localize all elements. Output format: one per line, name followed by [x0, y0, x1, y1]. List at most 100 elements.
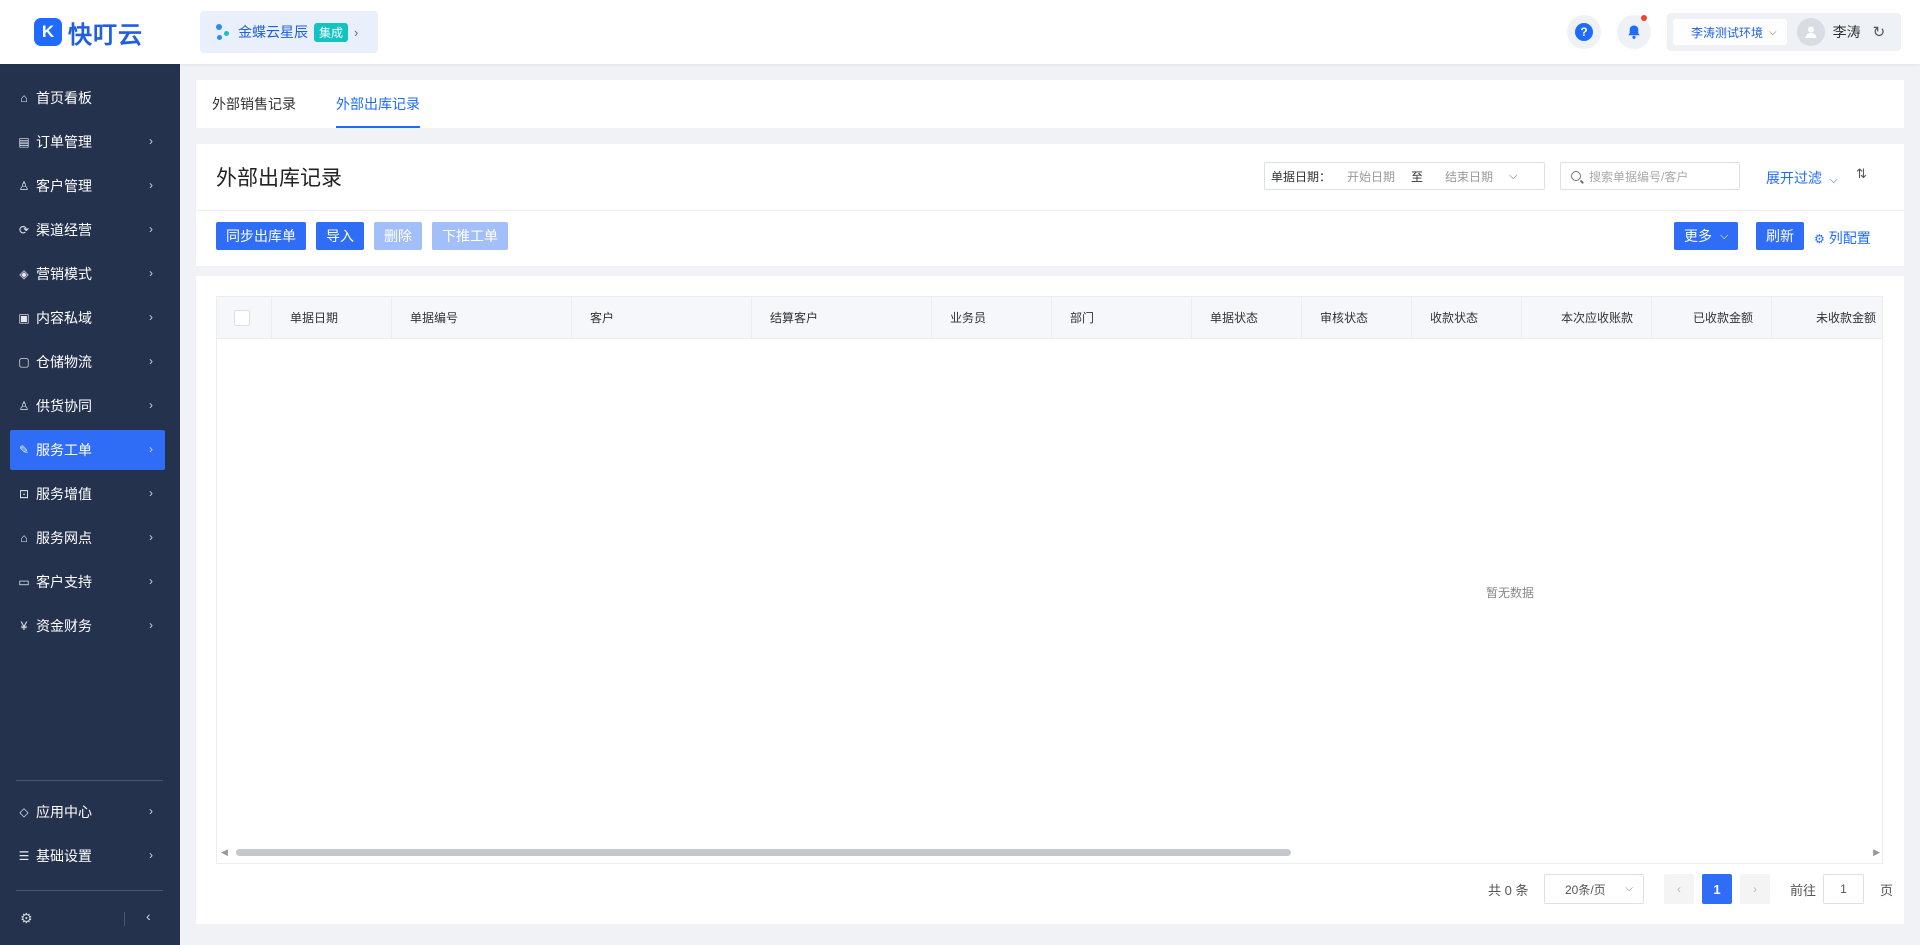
sidebar-item[interactable]: ⊡ 服务增值 › [10, 474, 165, 514]
current-page-button[interactable]: 1 [1702, 874, 1732, 904]
sidebar-item[interactable]: ▭ 客户支持 › [10, 562, 165, 602]
sort-icon[interactable]: ⇅ [1856, 166, 1867, 182]
sidebar-bottom-separator [124, 912, 125, 926]
sidebar-item[interactable]: ▤ 订单管理 › [10, 122, 165, 162]
column-header[interactable]: 审核状态 [1302, 297, 1412, 339]
sidebar-item[interactable]: ◈ 营销模式 › [10, 254, 165, 294]
page-title: 外部出库记录 [216, 167, 342, 190]
sidebar-item-label: 服务工单 [36, 442, 92, 458]
column-config-label: 列配置 [1828, 230, 1871, 246]
sidebar-item[interactable]: ♙ 供货协同 › [10, 386, 165, 426]
end-date-input[interactable]: 结束日期 [1429, 168, 1509, 185]
scrollbar-thumb[interactable] [236, 849, 1291, 856]
scroll-right-icon[interactable]: ▶ [1873, 847, 1880, 858]
sidebar-item[interactable]: ⌂ 首页看板 [10, 78, 165, 118]
page-size-select[interactable]: 20条/页 ⌵ [1544, 874, 1644, 904]
tag-icon: ◈ [19, 267, 29, 281]
column-header[interactable]: 客户 [572, 297, 752, 339]
search-icon [1571, 171, 1581, 181]
chevron-right-icon: › [354, 24, 359, 40]
sidebar-item[interactable]: ◇ 应用中心 › [10, 792, 165, 832]
refresh-button[interactable]: 刷新 [1756, 222, 1804, 250]
sidebar-item-label: 内容私域 [36, 310, 92, 326]
gear-icon: ⚙ [1814, 232, 1825, 246]
user-area: 李涛测试环境 ⌵ 李涛 ↻ [1667, 13, 1901, 51]
supply-icon: ♙ [18, 399, 30, 413]
more-button[interactable]: 更多 ⌵ [1674, 222, 1739, 250]
gear-icon[interactable]: ⚙ [20, 910, 33, 927]
column-header[interactable]: 部门 [1052, 297, 1192, 339]
page-suffix: 页 [1880, 883, 1894, 898]
sidebar-item[interactable]: ¥ 资金财务 › [10, 606, 165, 646]
column-header[interactable]: 单据编号 [392, 297, 572, 339]
column-config-button[interactable]: ⚙ 列配置 [1814, 228, 1871, 248]
chevron-right-icon: › [149, 574, 153, 588]
sidebar-item-label: 渠道经营 [36, 222, 92, 238]
chevron-right-icon: › [149, 266, 153, 280]
help-button[interactable]: ? [1567, 15, 1601, 49]
column-header[interactable]: 业务员 [932, 297, 1052, 339]
next-page-button[interactable]: › [1740, 874, 1770, 904]
select-all-checkbox[interactable] [234, 310, 250, 326]
collapse-sidebar-icon[interactable]: ‹ [146, 908, 151, 924]
column-header[interactable]: 结算客户 [752, 297, 932, 339]
sidebar-item-label: 供货协同 [36, 398, 92, 414]
refresh-icon[interactable]: ↻ [1873, 23, 1886, 41]
column-header[interactable]: 单据状态 [1192, 297, 1302, 339]
box-icon: ▢ [18, 355, 30, 369]
sidebar: ⌂ 首页看板 ▤ 订单管理 › ♙ 客户管理 › ⟳ 渠道经营 › ◈ 营销模式 › ▣ 内容私域 › ▢ 仓储物流… [0, 64, 180, 945]
avatar[interactable] [1796, 18, 1825, 46]
horizontal-scrollbar[interactable]: ◀ ▶ [217, 841, 1882, 863]
chevron-right-icon: › [149, 178, 153, 192]
tab-external-outbound[interactable]: 外部出库记录 [336, 80, 420, 128]
user-icon: ♙ [18, 179, 30, 193]
start-date-input[interactable]: 开始日期 [1337, 168, 1405, 185]
chevron-right-icon: › [149, 442, 153, 456]
page-size-value: 20条/页 [1565, 882, 1606, 897]
pagination-total: 共 0 条 [1488, 883, 1529, 898]
notification-dot [1641, 15, 1647, 21]
sidebar-item[interactable]: ▣ 内容私域 › [10, 298, 165, 338]
integration-switcher[interactable]: 金蝶云星辰 集成 › [200, 11, 378, 53]
column-header[interactable]: 收款状态 [1412, 297, 1522, 339]
chevron-right-icon: › [149, 222, 153, 236]
sidebar-item[interactable]: ▢ 仓储物流 › [10, 342, 165, 382]
expand-filter-button[interactable]: 展开过滤 ⌵ [1766, 168, 1837, 188]
chevron-right-icon: › [149, 134, 153, 148]
chevron-down-icon: ⌵ [1829, 175, 1838, 186]
push-ticket-button[interactable]: 下推工单 [432, 222, 508, 250]
data-table: 单据日期 单据编号 客户 结算客户 业务员 部门 单据状态 审核状态 收款状态 … [216, 296, 1883, 864]
user-name[interactable]: 李涛 [1833, 22, 1861, 42]
sync-outbound-button[interactable]: 同步出库单 [216, 222, 306, 250]
column-header[interactable]: 已收款金额 [1652, 297, 1772, 339]
sidebar-item[interactable]: ⌂ 服务网点 › [10, 518, 165, 558]
goto-page-input[interactable]: 1 [1823, 874, 1864, 904]
column-header[interactable]: 本次应收账款 [1522, 297, 1652, 339]
column-header[interactable]: 单据日期 [272, 297, 392, 339]
sidebar-item-label: 资金财务 [36, 618, 92, 634]
sidebar-item[interactable]: ♙ 客户管理 › [10, 166, 165, 206]
import-button[interactable]: 导入 [316, 222, 364, 250]
notification-button[interactable] [1617, 15, 1651, 49]
column-header[interactable]: 未收款金额 [1772, 297, 1882, 339]
delete-button[interactable]: 删除 [374, 222, 422, 250]
search-input[interactable]: 搜索单据编号/客户 [1560, 162, 1740, 190]
sidebar-divider [16, 780, 163, 781]
bag-icon: ⊡ [18, 487, 30, 501]
sidebar-item[interactable]: ⟳ 渠道经营 › [10, 210, 165, 250]
environment-select[interactable]: 李涛测试环境 ⌵ [1673, 19, 1787, 45]
tab-external-sales[interactable]: 外部销售记录 [212, 80, 296, 128]
cube-icon: ◇ [19, 805, 29, 819]
scroll-left-icon[interactable]: ◀ [221, 847, 228, 858]
empty-state: 暂无数据 [1486, 586, 1535, 600]
chevron-down-icon: ⌵ [1720, 229, 1729, 242]
date-range-picker[interactable]: 单据日期： 开始日期 至 结束日期 ⌵ [1264, 162, 1545, 190]
channel-icon: ⟳ [18, 223, 30, 237]
sidebar-item-label: 营销模式 [36, 266, 92, 282]
app-logo[interactable]: K 快叮云 [34, 17, 143, 49]
sidebar-item[interactable]: ☰ 基础设置 › [10, 836, 165, 876]
bell-icon [1628, 25, 1640, 39]
logo-mark: K [34, 18, 62, 46]
prev-page-button[interactable]: ‹ [1664, 874, 1694, 904]
sidebar-item[interactable]: ✎ 服务工单 › [10, 430, 165, 470]
